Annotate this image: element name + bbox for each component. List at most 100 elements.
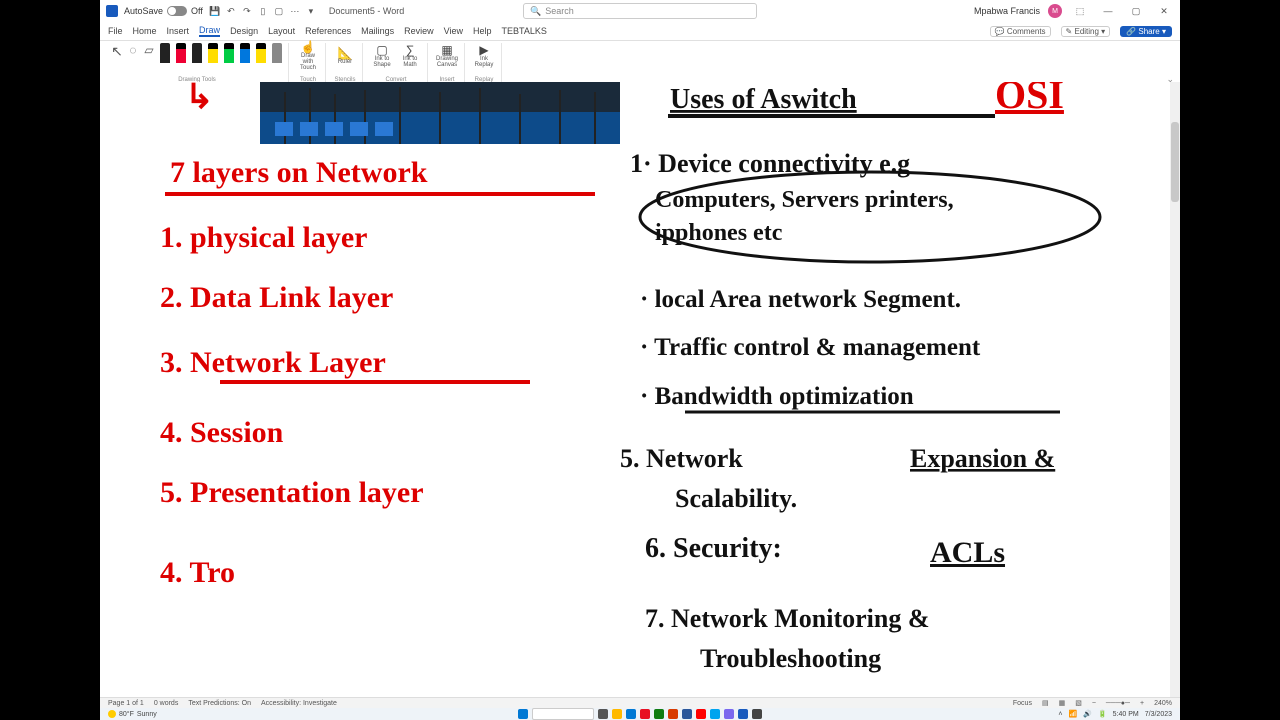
- tab-insert[interactable]: Insert: [167, 26, 190, 36]
- highlighter-green[interactable]: [222, 43, 236, 77]
- tab-mailings[interactable]: Mailings: [361, 26, 394, 36]
- draw-with-touch-button[interactable]: ☝Draw with Touch: [295, 43, 321, 69]
- ink-to-shape-button[interactable]: ▢Ink to Shape: [369, 43, 395, 69]
- close-icon[interactable]: ✕: [1154, 6, 1174, 17]
- start-icon[interactable]: [518, 709, 528, 719]
- app-icon[interactable]: [752, 709, 762, 719]
- app-icon[interactable]: [724, 709, 734, 719]
- search-input[interactable]: 🔍 Search: [523, 3, 757, 19]
- qat-icon[interactable]: ▢: [273, 5, 285, 17]
- document-canvas[interactable]: ↳ 7 layers on Network 1. physical layer …: [100, 82, 1180, 698]
- ruler-button[interactable]: 📐Ruler: [332, 43, 358, 69]
- status-page[interactable]: Page 1 of 1: [108, 700, 144, 707]
- chevron-down-icon[interactable]: ▾: [305, 5, 317, 17]
- status-predictions[interactable]: Text Predictions: On: [188, 700, 251, 707]
- wifi-icon[interactable]: 📶: [1069, 710, 1078, 718]
- explorer-icon[interactable]: [612, 709, 622, 719]
- pen-black[interactable]: [158, 43, 172, 77]
- task-view-icon[interactable]: [598, 709, 608, 719]
- excel-icon[interactable]: [654, 709, 664, 719]
- pen-black2[interactable]: [190, 43, 204, 77]
- taskbar-search[interactable]: [532, 708, 594, 720]
- tab-file[interactable]: File: [108, 26, 123, 36]
- ink-text-black-4: · Bandwidth optimization: [640, 383, 914, 410]
- windows-taskbar[interactable]: 80°F Sunny ˄ 📶 🔊 🔋 5:40 PM 7/3/2023: [100, 708, 1180, 720]
- comments-button[interactable]: 💬 Comments: [990, 26, 1051, 37]
- ink-text-red-title: 7 layers on Network: [170, 156, 428, 189]
- ink-text-black-5a: 5. Network: [620, 444, 743, 473]
- save-icon[interactable]: 💾: [209, 5, 221, 17]
- zoom-slider[interactable]: ───●─: [1106, 700, 1130, 707]
- word-icon: [106, 5, 118, 17]
- highlighter-blue[interactable]: [238, 43, 252, 77]
- taskbar-time[interactable]: 5:40 PM: [1113, 711, 1139, 718]
- maximize-icon[interactable]: ▢: [1126, 6, 1146, 17]
- zoom-out-icon[interactable]: −: [1092, 700, 1096, 707]
- youtube-icon[interactable]: [696, 709, 706, 719]
- ink-replay-button[interactable]: ▶Ink Replay: [471, 43, 497, 69]
- tab-help[interactable]: Help: [473, 26, 492, 36]
- view-read-icon[interactable]: ▤: [1042, 699, 1049, 707]
- status-focus[interactable]: Focus: [1013, 700, 1032, 707]
- minimize-icon[interactable]: —: [1098, 6, 1118, 16]
- status-accessibility[interactable]: Accessibility: Investigate: [261, 700, 337, 707]
- ink-to-math-button[interactable]: ∑Ink to Math: [397, 43, 423, 69]
- qat-icon[interactable]: ▯: [257, 5, 269, 17]
- tab-tebtalks[interactable]: TEBTALKS: [502, 26, 547, 36]
- tab-references[interactable]: References: [305, 26, 351, 36]
- word-icon[interactable]: [682, 709, 692, 719]
- editing-button[interactable]: ✎ Editing ▾: [1061, 26, 1111, 37]
- select-tool[interactable]: ↖: [110, 43, 124, 77]
- edge-icon[interactable]: [626, 709, 636, 719]
- highlighter-yellow[interactable]: [206, 43, 220, 77]
- highlighter-yellow2[interactable]: [254, 43, 268, 77]
- view-web-icon[interactable]: ▧: [1075, 699, 1082, 707]
- ink-text-black-7b: Troubleshooting: [700, 644, 881, 673]
- tab-draw[interactable]: Draw: [199, 25, 220, 37]
- ribbon-display-icon[interactable]: ⬚: [1070, 6, 1090, 17]
- toggle-icon[interactable]: [167, 6, 187, 16]
- qat-icon[interactable]: ⋯: [289, 5, 301, 17]
- vertical-scrollbar[interactable]: [1170, 82, 1180, 698]
- search-placeholder: Search: [545, 6, 574, 16]
- status-words[interactable]: 0 words: [154, 700, 179, 707]
- tab-view[interactable]: View: [444, 26, 463, 36]
- pencil-tool[interactable]: [270, 43, 284, 77]
- tab-review[interactable]: Review: [404, 26, 434, 36]
- autosave-toggle[interactable]: AutoSave Off: [124, 6, 203, 16]
- taskbar-weather[interactable]: 80°F Sunny: [108, 710, 157, 718]
- autosave-state: Off: [191, 6, 203, 16]
- app-icon[interactable]: [738, 709, 748, 719]
- tray-chevron-icon[interactable]: ˄: [1058, 711, 1062, 718]
- eraser-tool[interactable]: ▱: [142, 43, 156, 77]
- tab-layout[interactable]: Layout: [268, 26, 295, 36]
- ink-text-red-2: 2. Data Link layer: [160, 281, 393, 314]
- ribbon-tabs: File Home Insert Draw Design Layout Refe…: [100, 22, 1180, 41]
- share-button[interactable]: 🔗 Share ▾: [1120, 26, 1172, 37]
- user-name[interactable]: Mpabwa Francis: [974, 6, 1040, 16]
- view-print-icon[interactable]: ▦: [1059, 699, 1066, 707]
- volume-icon[interactable]: 🔊: [1083, 710, 1092, 718]
- powerpoint-icon[interactable]: [668, 709, 678, 719]
- tab-home[interactable]: Home: [133, 26, 157, 36]
- app-icon[interactable]: [710, 709, 720, 719]
- avatar[interactable]: M: [1048, 4, 1062, 18]
- title-bar: AutoSave Off 💾 ↶ ↷ ▯ ▢ ⋯ ▾ Document5 - W…: [100, 0, 1180, 22]
- pen-red[interactable]: [174, 43, 188, 77]
- zoom-level[interactable]: 240%: [1154, 700, 1172, 707]
- redo-icon[interactable]: ↷: [241, 5, 253, 17]
- scrollbar-thumb[interactable]: [1171, 122, 1179, 202]
- taskbar-date[interactable]: 7/3/2023: [1145, 711, 1172, 718]
- office-icon[interactable]: [640, 709, 650, 719]
- battery-icon[interactable]: 🔋: [1098, 710, 1107, 718]
- zoom-in-icon[interactable]: +: [1140, 700, 1144, 707]
- tab-design[interactable]: Design: [230, 26, 258, 36]
- ink-text-black-5c: Scalability.: [675, 484, 797, 513]
- lasso-tool[interactable]: ◌: [126, 43, 140, 77]
- drawing-canvas-button[interactable]: ▦Drawing Canvas: [434, 43, 460, 69]
- taskbar-center: [518, 708, 762, 720]
- sun-icon: [108, 710, 116, 718]
- quick-access-toolbar: 💾 ↶ ↷ ▯ ▢ ⋯ ▾: [209, 5, 317, 17]
- ribbon-draw: ↖ ◌ ▱ Drawing Tools ☝Draw with Touch Tou…: [100, 41, 1180, 88]
- undo-icon[interactable]: ↶: [225, 5, 237, 17]
